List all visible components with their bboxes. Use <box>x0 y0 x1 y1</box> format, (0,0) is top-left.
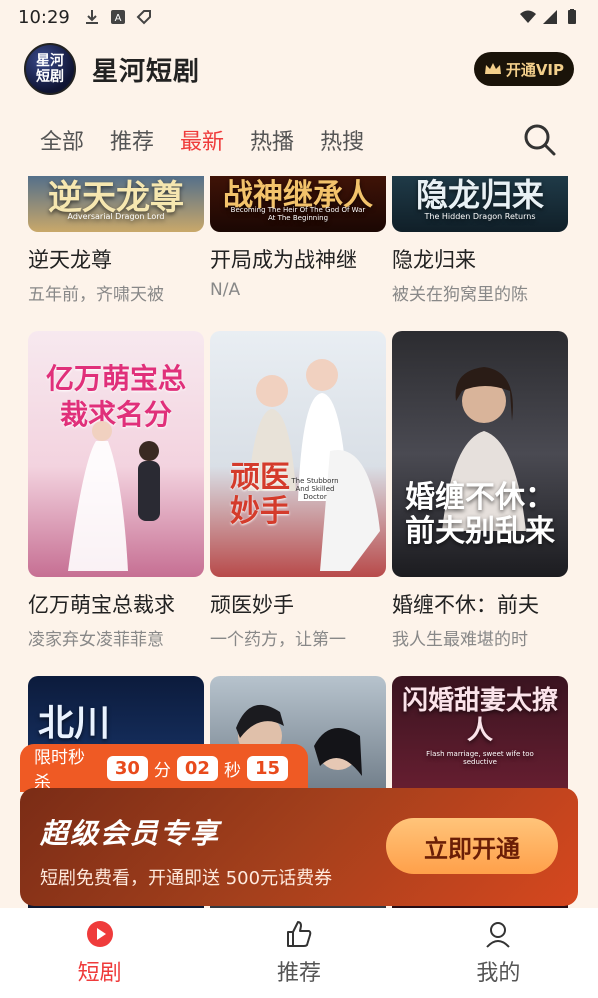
vip-promo-banner: 超级会员专享 短剧免费看，开通即送 500元话费券 立即开通 <box>20 788 578 906</box>
drama-card[interactable]: 婚缠不休：前夫别乱来 婚缠不休：前夫 我人生最难堪的时 <box>392 331 568 650</box>
drama-desc: 一个药方，让第一 <box>210 630 346 650</box>
drama-desc: 五年前，齐啸天被 <box>28 285 164 305</box>
poster-subtitle: The Hidden Dragon Returns <box>424 212 536 221</box>
bottom-nav: 短剧 推荐 我的 <box>0 908 598 998</box>
poster-title: 隐龙归来 <box>415 176 544 214</box>
poster-title: 婚缠不休：前夫别乱来 <box>405 480 555 549</box>
drama-poster: 隐龙归来 The Hidden Dragon Returns <box>392 176 568 232</box>
drama-desc: 我人生最难堪的时 <box>392 630 528 650</box>
poster-title: 闪婚甜妻太撩人 <box>401 686 558 746</box>
nav-item-profile[interactable]: 我的 <box>399 908 598 998</box>
status-notification-icons: A <box>84 9 152 25</box>
battery-icon <box>568 9 576 24</box>
wifi-icon <box>520 10 536 23</box>
drama-card[interactable]: 亿万萌宝总裁求名分 亿万萌宝总裁求 凌家弃女凌菲菲意 <box>28 331 204 650</box>
drama-card[interactable]: 顽医妙手 The Stubborn And Skilled Doctor 顽医妙… <box>210 331 386 650</box>
drama-poster: 亿万萌宝总裁求名分 <box>28 331 204 577</box>
app-header: 星河 短剧 星河短剧 开通VIP <box>0 34 598 104</box>
drama-title: 逆天龙尊 <box>28 248 112 272</box>
tab-all[interactable]: 全部 <box>40 124 84 156</box>
countdown-minutes: 02 <box>176 755 218 781</box>
tab-latest[interactable]: 最新 <box>180 124 224 156</box>
tab-trending[interactable]: 热搜 <box>320 124 364 156</box>
drama-title: 婚缠不休：前夫 <box>392 593 539 617</box>
download-icon <box>85 10 98 24</box>
category-tabs: 全部 推荐 最新 热播 热搜 <box>0 112 598 168</box>
app-a-icon: A <box>110 10 125 24</box>
drama-desc: N/A <box>210 280 241 300</box>
drama-poster: 逆天龙尊 Adversarial Dragon Lord <box>28 176 204 232</box>
status-time: 10:29 <box>18 6 70 28</box>
countdown-seconds: 15 <box>246 755 288 781</box>
countdown-hours: 30 <box>106 755 148 781</box>
logo-text: 星河 短剧 <box>36 53 64 85</box>
flash-sale-countdown: 限时秒杀 30 分 02 秒 15 <box>20 744 308 793</box>
drama-poster: 婚缠不休：前夫别乱来 <box>392 331 568 577</box>
play-circle-icon <box>86 921 113 947</box>
thumbs-up-icon <box>286 921 312 947</box>
tab-recommend[interactable]: 推荐 <box>110 124 154 156</box>
nav-item-recommend[interactable]: 推荐 <box>199 908 398 998</box>
poster-subtitle: Becoming The Heir Of The God Of War At T… <box>230 206 366 222</box>
countdown-label: 限时秒杀 <box>34 748 85 793</box>
nav-item-dramas[interactable]: 短剧 <box>0 908 199 998</box>
activate-vip-button[interactable]: 立即开通 <box>386 818 558 874</box>
drama-card[interactable]: 逆天龙尊 Adversarial Dragon Lord 逆天龙尊 五年前，齐啸… <box>28 176 204 305</box>
poster-title: 顽医妙手 <box>230 460 290 529</box>
app-logo: 星河 短剧 <box>24 43 76 95</box>
vip-button[interactable]: 开通VIP <box>473 52 574 86</box>
poster-subtitle: Flash marriage, sweet wife too seductive <box>426 750 534 766</box>
poster-couple-illustration <box>68 421 160 571</box>
crown-icon <box>484 63 501 74</box>
nav-label: 短剧 <box>77 961 122 986</box>
user-icon <box>486 922 511 948</box>
nav-label: 推荐 <box>276 961 321 986</box>
poster-subtitle: Adversarial Dragon Lord <box>67 212 165 221</box>
status-bar: 10:29 A <box>0 0 598 34</box>
countdown-unit-minute: 分 <box>153 760 171 781</box>
status-system-icons <box>520 9 580 25</box>
svg-text:A: A <box>114 13 121 24</box>
tag-icon <box>136 10 151 25</box>
nav-label: 我的 <box>476 961 521 986</box>
countdown-unit-second: 秒 <box>223 760 241 781</box>
drama-title: 顽医妙手 <box>210 593 294 617</box>
drama-poster: 顽医妙手 The Stubborn And Skilled Doctor <box>210 331 386 577</box>
vip-label: 开通VIP <box>505 60 564 79</box>
drama-title: 开局成为战神继 <box>210 248 357 272</box>
drama-poster: 战神继承人 Becoming The Heir Of The God Of Wa… <box>210 176 386 232</box>
poster-subtitle: The Stubborn And Skilled Doctor <box>291 477 339 501</box>
tab-hot[interactable]: 热播 <box>250 124 294 156</box>
drama-card[interactable]: 战神继承人 Becoming The Heir Of The God Of Wa… <box>210 176 386 300</box>
app-title: 星河短剧 <box>92 56 201 87</box>
signal-icon <box>543 10 557 24</box>
drama-title: 亿万萌宝总裁求 <box>28 593 175 617</box>
drama-desc: 凌家弃女凌菲菲意 <box>28 630 164 650</box>
poster-doctor-illustration <box>248 359 380 571</box>
drama-card[interactable]: 隐龙归来 The Hidden Dragon Returns 隐龙归来 被关在狗… <box>392 176 568 305</box>
poster-title: 北川 <box>38 703 111 744</box>
drama-title: 隐龙归来 <box>392 248 476 272</box>
search-icon[interactable] <box>522 122 558 158</box>
drama-desc: 被关在狗窝里的陈 <box>392 285 528 305</box>
